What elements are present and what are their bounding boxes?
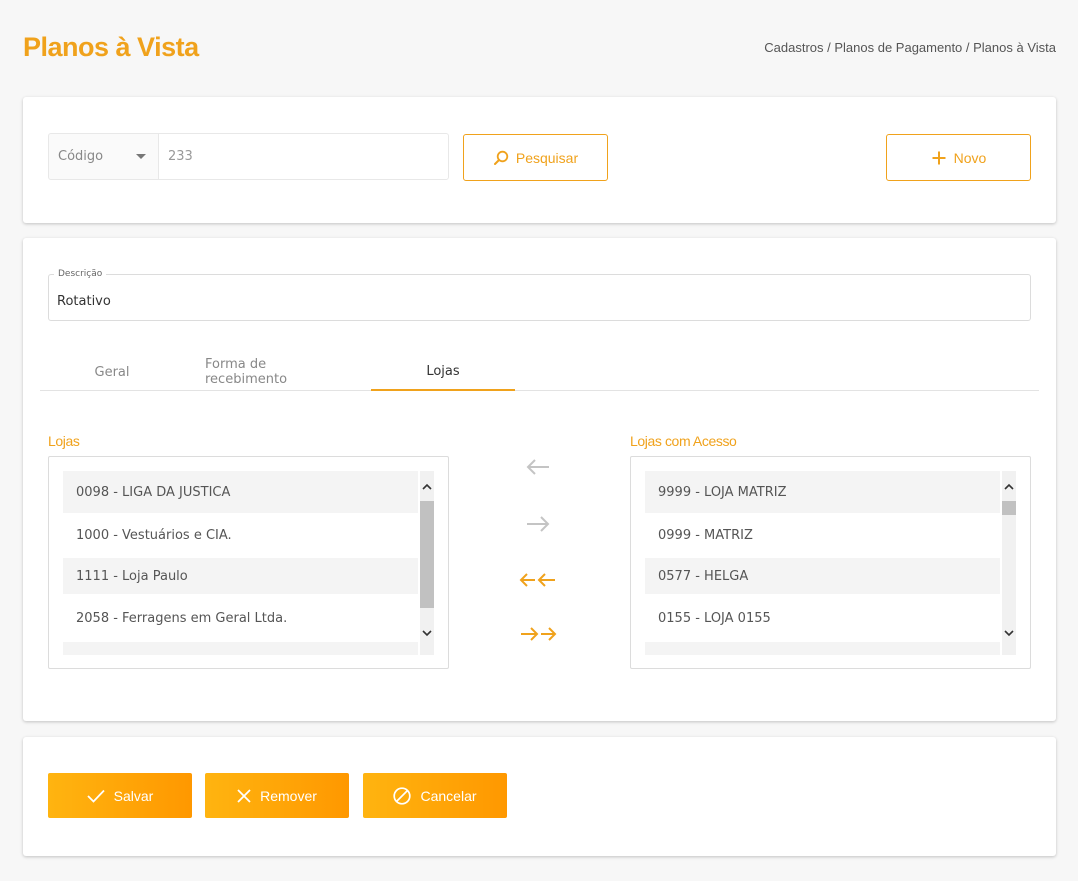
list-item[interactable]: 0999 - MATRIZ <box>645 514 1000 556</box>
description-value: Rotativo <box>57 294 111 309</box>
stores-list-items: 0098 - LIGA DA JUSTICA 1000 - Vestuários… <box>63 471 418 655</box>
stores-with-access-list-scrollbar[interactable] <box>1002 471 1016 655</box>
tab-bar: Geral Forma de recebimento Lojas <box>40 353 1039 391</box>
actions-card: Salvar Remover Cancelar <box>23 737 1056 856</box>
move-selected-left-button[interactable] <box>518 454 558 480</box>
save-button-label: Salvar <box>113 787 154 804</box>
cancel-button[interactable]: Cancelar <box>363 773 507 818</box>
search-button-label: Pesquisar <box>515 149 579 166</box>
breadcrumb: Cadastros / Planos de Pagamento / Planos… <box>764 40 1056 55</box>
save-button[interactable]: Salvar <box>48 773 192 818</box>
stores-with-access-list-title: Lojas com Acesso <box>630 433 737 449</box>
stores-with-access-list: 9999 - LOJA MATRIZ 0999 - MATRIZ 0577 - … <box>630 456 1031 669</box>
stores-list-title: Lojas <box>48 433 80 449</box>
block-icon <box>393 786 412 805</box>
list-item[interactable]: 0577 - HELGA <box>645 558 1000 594</box>
new-button[interactable]: Novo <box>886 134 1031 181</box>
move-all-right-button[interactable] <box>518 621 558 647</box>
list-item[interactable]: 0155 - LOJA 0155 <box>645 598 1000 638</box>
list-item[interactable]: 2058 - Ferragens em Geral Ltda. <box>63 598 418 638</box>
list-item-partial <box>645 642 1000 655</box>
tab-geral[interactable]: Geral <box>40 353 184 391</box>
move-selected-right-button[interactable] <box>518 511 558 537</box>
stores-list: 0098 - LIGA DA JUSTICA 1000 - Vestuários… <box>48 456 449 669</box>
description-label: Descrição <box>54 269 107 279</box>
tab-lojas[interactable]: Lojas <box>371 353 515 391</box>
scroll-down-icon[interactable] <box>1002 626 1016 640</box>
double-arrow-right-icon <box>521 627 557 641</box>
scroll-up-icon[interactable] <box>1002 479 1016 493</box>
cancel-button-label: Cancelar <box>420 787 477 804</box>
scroll-up-icon[interactable] <box>420 479 434 493</box>
list-item[interactable]: 9999 - LOJA MATRIZ <box>645 471 1000 513</box>
scroll-thumb[interactable] <box>420 501 434 608</box>
move-all-left-button[interactable] <box>518 567 558 593</box>
search-input[interactable]: 233 <box>158 133 449 180</box>
scroll-down-icon[interactable] <box>420 626 434 640</box>
stores-list-scrollbar[interactable] <box>420 471 434 655</box>
arrow-left-icon <box>526 459 549 475</box>
search-field-select[interactable]: Código <box>48 133 158 180</box>
stores-with-access-list-items: 9999 - LOJA MATRIZ 0999 - MATRIZ 0577 - … <box>645 471 1000 655</box>
list-item[interactable]: 1000 - Vestuários e CIA. <box>63 514 418 556</box>
list-item[interactable]: 1111 - Loja Paulo <box>63 558 418 594</box>
remove-button-label: Remover <box>260 787 317 804</box>
list-item[interactable]: 0098 - LIGA DA JUSTICA <box>63 471 418 513</box>
search-field-select-value: Código <box>58 149 104 164</box>
page-title: Planos à Vista <box>23 32 199 62</box>
search-icon <box>493 150 509 165</box>
search-button[interactable]: Pesquisar <box>463 134 608 181</box>
chevron-down-icon <box>136 154 146 159</box>
double-arrow-left-icon <box>519 573 555 587</box>
form-card: Descrição Rotativo Geral Forma de recebi… <box>23 238 1056 721</box>
arrow-right-icon <box>527 516 550 532</box>
description-field[interactable]: Descrição Rotativo <box>48 269 1031 321</box>
plus-icon <box>932 151 946 164</box>
close-icon <box>237 788 251 803</box>
scroll-thumb[interactable] <box>1002 501 1016 515</box>
new-button-label: Novo <box>953 149 987 166</box>
check-icon <box>87 789 105 803</box>
list-item-partial <box>63 642 418 655</box>
remove-button[interactable]: Remover <box>205 773 349 818</box>
search-card: Código 233 Pesquisar Novo <box>23 97 1056 223</box>
tab-forma-de-recebimento[interactable]: Forma de recebimento <box>205 353 349 391</box>
